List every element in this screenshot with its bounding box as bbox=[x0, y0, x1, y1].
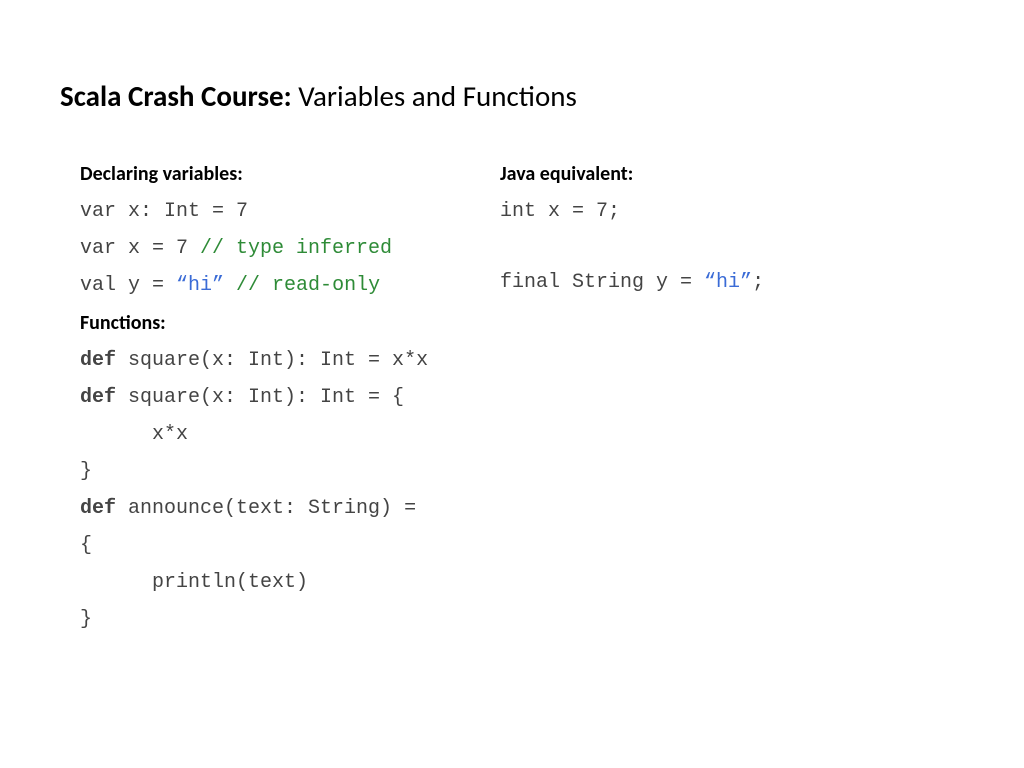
code-keyword: def bbox=[80, 497, 116, 520]
code-line: { bbox=[80, 534, 500, 557]
code-line: int x = 7; bbox=[500, 200, 964, 223]
code-comment: // type inferred bbox=[200, 237, 392, 260]
code-text: square(x: Int): Int = { bbox=[116, 386, 404, 409]
code-text bbox=[224, 274, 236, 297]
spacer bbox=[500, 237, 964, 271]
slide: Scala Crash Course: Variables and Functi… bbox=[0, 0, 1024, 685]
heading-declaring-variables: Declaring variables: bbox=[80, 162, 500, 186]
slide-title: Scala Crash Course: Variables and Functi… bbox=[60, 78, 964, 114]
code-line: println(text) bbox=[80, 571, 500, 594]
code-line: } bbox=[80, 460, 500, 483]
code-text: var x = 7 bbox=[80, 237, 200, 260]
code-line: } bbox=[80, 608, 500, 631]
code-string: “hi” bbox=[176, 274, 224, 297]
code-line: var x: Int = 7 bbox=[80, 200, 500, 223]
code-line: final String y = “hi”; bbox=[500, 271, 964, 294]
code-line: def square(x: Int): Int = { bbox=[80, 386, 500, 409]
code-keyword: def bbox=[80, 386, 116, 409]
code-text: ; bbox=[752, 271, 764, 294]
code-text: final String y = bbox=[500, 271, 704, 294]
code-text: square(x: Int): Int = x*x bbox=[116, 349, 428, 372]
code-line: x*x bbox=[80, 423, 500, 446]
code-text: announce(text: String) = bbox=[116, 497, 416, 520]
code-comment: // read-only bbox=[236, 274, 380, 297]
heading-java-equivalent: Java equivalent: bbox=[500, 162, 964, 186]
code-string: “hi” bbox=[704, 271, 752, 294]
title-rest: Variables and Functions bbox=[292, 78, 577, 114]
code-keyword: def bbox=[80, 349, 116, 372]
code-text: val y = bbox=[80, 274, 176, 297]
code-line: def square(x: Int): Int = x*x bbox=[80, 349, 500, 372]
heading-functions: Functions: bbox=[80, 311, 500, 335]
title-bold: Scala Crash Course: bbox=[60, 78, 292, 114]
content-columns: Declaring variables: var x: Int = 7 var … bbox=[60, 162, 964, 645]
right-column: Java equivalent: int x = 7; final String… bbox=[500, 162, 964, 645]
left-column: Declaring variables: var x: Int = 7 var … bbox=[80, 162, 500, 645]
code-line: var x = 7 // type inferred bbox=[80, 237, 500, 260]
code-line: val y = “hi” // read-only bbox=[80, 274, 500, 297]
code-line: def announce(text: String) = bbox=[80, 497, 500, 520]
